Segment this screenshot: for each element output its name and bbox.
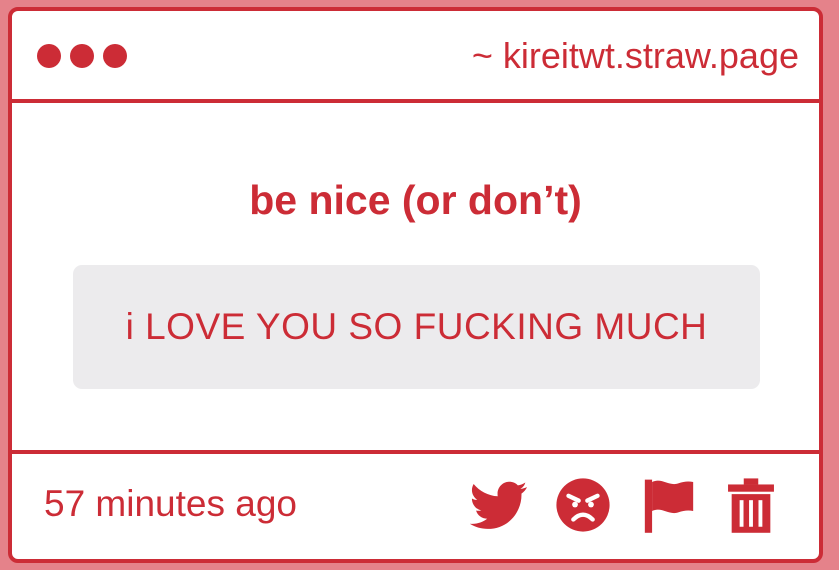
site-url[interactable]: ~ kireitwt.straw.page [472, 35, 799, 77]
timestamp: 57 minutes ago [44, 483, 298, 524]
message-card: ~ kireitwt.straw.page be nice (or don’t)… [8, 7, 823, 563]
angry-face-icon [556, 478, 610, 532]
card-header: ~ kireitwt.straw.page [12, 11, 819, 103]
message-text: i LOVE YOU SO FUCKING MUCH [125, 306, 708, 347]
trash-icon [728, 478, 774, 533]
page-title: be nice (or don’t) [249, 177, 582, 223]
window-dot [37, 44, 61, 68]
report-flag-button[interactable] [640, 476, 698, 534]
react-angry-button[interactable] [554, 476, 612, 534]
message-box: i LOVE YOU SO FUCKING MUCH [73, 265, 760, 389]
window-dots [37, 44, 127, 68]
twitter-icon [470, 481, 528, 529]
flag-icon [644, 479, 694, 533]
window-dot [103, 44, 127, 68]
action-bar [470, 476, 780, 534]
card-footer: 57 minutes ago [12, 450, 819, 559]
window-dot [70, 44, 94, 68]
twitter-share-button[interactable] [470, 476, 528, 534]
delete-button[interactable] [722, 476, 780, 534]
